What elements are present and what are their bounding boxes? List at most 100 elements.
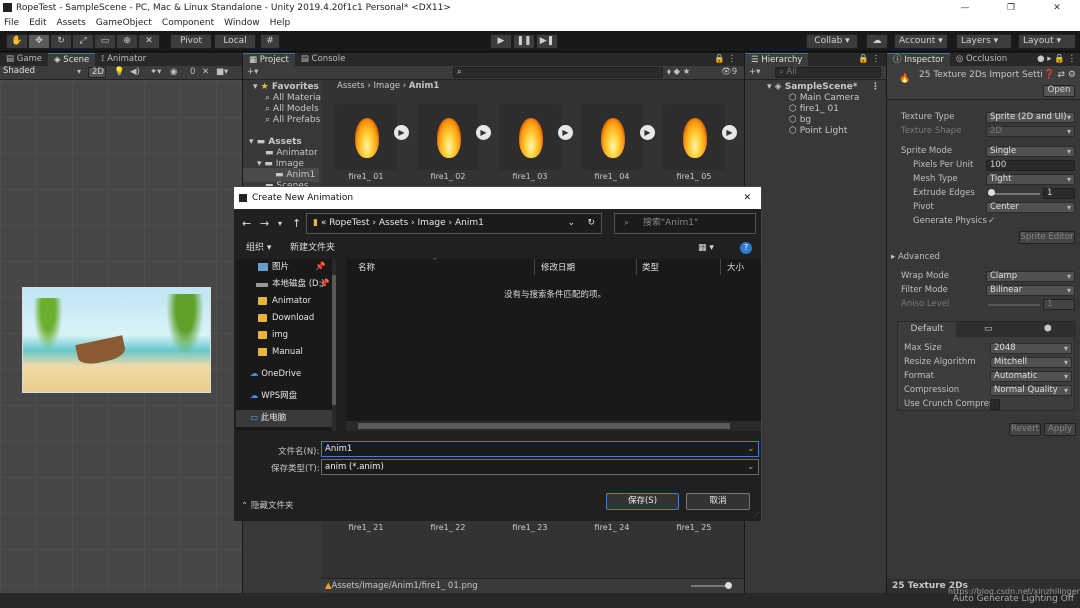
save-button[interactable]: 保存(S) [606, 493, 679, 510]
step-button[interactable]: ▶❚ [536, 34, 558, 49]
camera-icon[interactable]: ■▾ [216, 67, 228, 77]
resize-algorithm-dropdown[interactable]: Mitchell [990, 357, 1072, 368]
crunch-checkbox[interactable] [990, 399, 1000, 410]
col-size[interactable]: 大小 [727, 261, 744, 273]
grid-snap-icon[interactable]: # [260, 34, 280, 49]
new-folder-button[interactable]: 新建文件夹 [290, 237, 335, 259]
help-icon[interactable]: ? [740, 242, 752, 254]
nav-scrollbar[interactable] [332, 259, 336, 431]
hierarchy-search-input[interactable]: ⌕ All [775, 67, 881, 78]
generate-physics-checkbox[interactable]: ✓ [988, 216, 995, 226]
sprite-name[interactable]: fire1_ 25 [663, 523, 725, 532]
col-name[interactable]: 名称 [358, 261, 375, 273]
filename-input[interactable]: Anim1 [321, 441, 759, 457]
menu-gameobject[interactable]: GameObject [96, 16, 152, 31]
refresh-icon[interactable]: ↻ [587, 214, 595, 233]
settings-icon[interactable]: ❓ ⇄ ⚙ [1043, 70, 1076, 80]
audio-icon[interactable]: ◀) [130, 67, 140, 77]
filename-dropdown-icon[interactable]: ⌄ [747, 444, 755, 454]
pause-button[interactable]: ❚❚ [513, 34, 535, 49]
layout-dropdown[interactable]: Layout ▾ [1018, 34, 1076, 49]
horizontal-scroll-thumb[interactable] [358, 423, 730, 429]
filter-type-icon[interactable]: ⬧ ◆ ★ [667, 67, 690, 77]
tab-occlusion[interactable]: ◎ Occlusion [950, 53, 1013, 66]
menu-edit[interactable]: Edit [29, 16, 46, 31]
lock-icon[interactable]: 🔒 ⋮ [858, 53, 880, 66]
hand-tool-icon[interactable]: ✋ [6, 34, 28, 49]
nav-local-disk[interactable]: 本地磁盘 (D:) 📌 [236, 276, 332, 293]
hierarchy-item-point-light[interactable]: ⬡ Point Light [745, 124, 847, 138]
project-search-input[interactable]: ⌕ [453, 67, 663, 78]
play-preview-icon[interactable]: ▶ [558, 125, 573, 140]
cloud-icon[interactable]: ☁ [866, 34, 888, 49]
resize-grip-icon[interactable]: ⋰ [753, 511, 760, 519]
tab-scene[interactable]: ◈ Scene [48, 53, 96, 66]
sprite-name[interactable]: fire1_ 23 [499, 523, 561, 532]
pivot-dropdown[interactable]: Center [986, 202, 1075, 213]
layers-dropdown[interactable]: Layers ▾ [956, 34, 1012, 49]
tab-animator[interactable]: ⟟ Animator [95, 53, 152, 66]
col-date[interactable]: 修改日期 [541, 261, 575, 273]
effects-icon[interactable]: ✦▾ [150, 67, 161, 77]
close-window-icon[interactable]: ✕ [1034, 0, 1080, 16]
tab-game[interactable]: ▤ Game [0, 53, 48, 66]
sprite-name[interactable]: fire1_ 22 [417, 523, 479, 532]
col-type[interactable]: 类型 [642, 261, 659, 273]
nav-download[interactable]: Download [236, 310, 332, 327]
nav-manual[interactable]: Manual [236, 344, 332, 361]
texture-type-dropdown[interactable]: Sprite (2D and UI) [986, 112, 1075, 123]
minimize-icon[interactable]: — [942, 0, 988, 16]
play-preview-icon[interactable]: ▶ [394, 125, 409, 140]
tab-inspector[interactable]: ⓘ Inspector [887, 53, 950, 66]
tab-project[interactable]: ▦ Project [243, 53, 295, 66]
custom-tool-icon[interactable]: ✕ [138, 34, 160, 49]
pixels-per-unit-input[interactable]: 100 [986, 160, 1075, 171]
sprite-name[interactable]: fire1_ 21 [335, 523, 397, 532]
compression-dropdown[interactable]: Normal Quality [990, 385, 1072, 396]
create-button[interactable]: +▾ [247, 67, 258, 77]
transform-tool-icon[interactable]: ⊕ [116, 34, 138, 49]
rect-tool-icon[interactable]: ▭ [94, 34, 116, 49]
horizontal-scrollbar[interactable] [346, 421, 761, 431]
shading-mode-dropdown[interactable]: Shaded [0, 67, 84, 78]
wrap-mode-dropdown[interactable]: Clamp [986, 271, 1075, 282]
forward-arrow-icon[interactable]: → [260, 217, 269, 230]
sprite-thumb-2[interactable] [417, 104, 479, 170]
advanced-foldout[interactable]: ▸ Advanced [891, 252, 940, 262]
play-button[interactable]: ▶ [490, 34, 512, 49]
menu-assets[interactable]: Assets [57, 16, 86, 31]
filter-mode-dropdown[interactable]: Bilinear [986, 285, 1075, 296]
visibility-icon[interactable]: ◉ [170, 67, 177, 77]
nav-onedrive[interactable]: ☁ OneDrive [236, 366, 332, 383]
lock-icon[interactable]: 🔒 ⋮ [714, 53, 736, 66]
light-icon[interactable]: 💡 [114, 67, 125, 77]
mesh-type-dropdown[interactable]: Tight [986, 174, 1075, 185]
tools-icon[interactable]: ✕ [202, 67, 209, 77]
sprite-thumb-3[interactable] [499, 104, 561, 170]
nav-animator[interactable]: Animator [236, 293, 332, 310]
sprite-thumb-4[interactable] [581, 104, 643, 170]
sprite-name[interactable]: fire1_ 24 [581, 523, 643, 532]
local-button[interactable]: Local [214, 34, 256, 49]
extrude-edges-input[interactable]: 1 [1043, 188, 1075, 199]
background-sprite[interactable] [22, 287, 211, 393]
nav-this-pc[interactable]: ▭ 此电脑 [236, 410, 332, 427]
revert-button[interactable]: Revert [1009, 423, 1041, 436]
thumbnail-size-slider[interactable] [691, 585, 729, 587]
account-dropdown[interactable]: Account ▾ [894, 34, 948, 49]
menu-help[interactable]: Help [270, 16, 291, 31]
up-arrow-icon[interactable]: ↑ [292, 217, 301, 230]
address-bar[interactable]: ▮ « RopeTest › Assets › Image › Anim1 ⌄ … [306, 213, 602, 234]
play-preview-icon[interactable]: ▶ [476, 125, 491, 140]
monitor-icon[interactable]: ▭ [984, 324, 993, 334]
play-preview-icon[interactable]: ▶ [722, 125, 737, 140]
menu-file[interactable]: File [4, 16, 19, 31]
extrude-slider-handle[interactable] [988, 189, 995, 196]
tab-console[interactable]: ▤ Console [295, 53, 351, 66]
view-options-icon[interactable]: ▦ ▾ [698, 237, 714, 259]
create-button[interactable]: +▾ [749, 67, 760, 77]
history-chevron-icon[interactable]: ▾ [278, 219, 282, 228]
platform-tab-default[interactable]: Default [898, 322, 956, 337]
filetype-select[interactable]: anim (*.anim) [321, 459, 759, 475]
sprite-thumb-5[interactable] [663, 104, 725, 170]
